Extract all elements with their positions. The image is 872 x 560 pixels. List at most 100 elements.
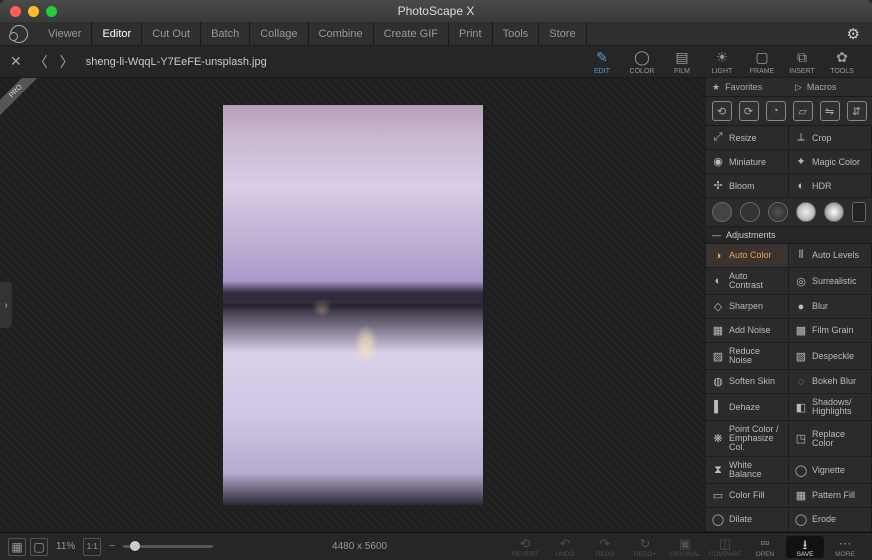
adj-label: Reduce Noise: [729, 347, 782, 365]
tooltab-tools-label: TOOLS: [830, 68, 854, 75]
swatch-1[interactable]: [712, 202, 732, 222]
tooltab-insert-label: INSERT: [789, 68, 815, 75]
tooltab-light[interactable]: ☀LIGHT: [702, 47, 742, 77]
canvas-area[interactable]: ›: [0, 78, 706, 532]
status-more[interactable]: ⋯MORE: [826, 536, 864, 558]
fit-icon[interactable]: ▢: [30, 538, 48, 556]
app-logo-icon: [10, 25, 28, 43]
swatch-5[interactable]: [824, 202, 844, 222]
adj-point-color-emphasize-col-[interactable]: ❋Point Color / Emphasize Col.: [706, 421, 789, 457]
adj-bokeh-blur[interactable]: ◌Bokeh Blur: [789, 370, 872, 394]
adj-erode[interactable]: ◯Erode: [789, 508, 872, 532]
tab-batch[interactable]: Batch: [201, 22, 250, 46]
tooltab-light-label: LIGHT: [712, 68, 733, 75]
adj-label: Auto Color: [729, 251, 772, 260]
revert-icon: ⟲: [520, 536, 531, 550]
miniature-icon: ◉: [712, 156, 724, 168]
flip-vertical-icon[interactable]: ⇵: [847, 101, 867, 121]
adj-dehaze[interactable]: ▌Dehaze: [706, 394, 789, 421]
erode-icon: ◯: [795, 514, 807, 526]
prev-file-icon[interactable]: 〈: [34, 52, 48, 72]
tooltab-tools[interactable]: ✿TOOLS: [822, 47, 862, 77]
adj-replace-color[interactable]: ◳Replace Color: [789, 421, 872, 457]
tool-crop[interactable]: ⟂Crop: [789, 126, 872, 150]
tool-magic-color[interactable]: ✦Magic Color: [789, 150, 872, 174]
tool-miniature[interactable]: ◉Miniature: [706, 150, 789, 174]
status-open[interactable]: ⮹OPEN: [746, 536, 784, 558]
adj-despeckle[interactable]: ▧Despeckle: [789, 343, 872, 370]
adj-auto-color[interactable]: ◑Auto Color: [706, 244, 789, 268]
grid-icon[interactable]: ▦: [8, 538, 26, 556]
image-preview[interactable]: [223, 105, 483, 505]
tooltab-frame[interactable]: ▢FRAME: [742, 47, 782, 77]
settings-gear-icon[interactable]: ⚙: [847, 25, 860, 43]
adj-vignette[interactable]: ◯Vignette: [789, 457, 872, 484]
adj-shadows-highlights[interactable]: ◧Shadows/ Highlights: [789, 394, 872, 421]
rotate-left-icon[interactable]: ⟲: [712, 101, 732, 121]
adj-auto-levels[interactable]: ⫴ Auto Levels: [789, 244, 872, 268]
adj-label: Pattern Fill: [812, 491, 855, 500]
zoom-out-icon[interactable]: −: [109, 541, 115, 552]
adj-label: Auto Contrast: [729, 272, 782, 290]
tooltab-film[interactable]: ▤FILM: [662, 47, 702, 77]
adj-pattern-fill[interactable]: ▦Pattern Fill: [789, 484, 872, 508]
adj-reduce-noise[interactable]: ▨Reduce Noise: [706, 343, 789, 370]
dehaze-icon: ▌: [712, 401, 724, 413]
swatch-2[interactable]: [740, 202, 760, 222]
tool-bloom[interactable]: ✢Bloom: [706, 174, 789, 198]
adj-film-grain[interactable]: ▩Film Grain: [789, 319, 872, 343]
status-redo[interactable]: ↷REDO: [586, 536, 624, 558]
rotate-right-icon[interactable]: ⟳: [739, 101, 759, 121]
bloom-icon: ✢: [712, 180, 724, 192]
macros-label: Macros: [807, 82, 837, 92]
edit-side-panel: ★Favorites ▷Macros ⟲ ⟳ ◔ ▱ ⇋ ⇵ ⤢Resize⟂C…: [706, 78, 872, 532]
tab-combine[interactable]: Combine: [309, 22, 374, 46]
tooltab-color[interactable]: ◯COLOR: [622, 47, 662, 77]
zoom-slider[interactable]: [123, 545, 213, 548]
swatch-6[interactable]: [852, 202, 866, 222]
adj-white-balance[interactable]: ⧗White Balance: [706, 457, 789, 484]
adjustments-header[interactable]: —Adjustments: [706, 227, 872, 244]
tab-print[interactable]: Print: [449, 22, 493, 46]
tooltab-edit[interactable]: ✎EDIT: [582, 47, 622, 77]
actual-size-button[interactable]: 1:1: [83, 538, 101, 556]
tab-creategif[interactable]: Create GIF: [374, 22, 449, 46]
adj-sharpen[interactable]: ◇Sharpen: [706, 295, 789, 319]
status-undo[interactable]: ↶UNDO: [546, 536, 584, 558]
straighten-icon[interactable]: ▱: [793, 101, 813, 121]
adj-dilate[interactable]: ◯Dilate: [706, 508, 789, 532]
adj-label: Auto Levels: [812, 251, 859, 260]
favorites-button[interactable]: ★Favorites: [706, 78, 789, 96]
tab-cutout[interactable]: Cut Out: [142, 22, 201, 46]
tab-tools[interactable]: Tools: [493, 22, 540, 46]
status-save[interactable]: ⭳SAVE: [786, 536, 824, 558]
status-compare[interactable]: ◫COMPARE: [706, 536, 744, 558]
tooltab-insert[interactable]: ⧉INSERT: [782, 47, 822, 77]
swatch-4[interactable]: [796, 202, 816, 222]
expand-sidebar-handle[interactable]: ›: [0, 282, 12, 328]
tab-viewer[interactable]: Viewer: [38, 22, 92, 46]
tab-store[interactable]: Store: [539, 22, 586, 46]
auto-levels-icon: ⫴: [795, 250, 807, 262]
macros-button[interactable]: ▷Macros: [789, 78, 872, 96]
adj-add-noise[interactable]: ▦Add Noise: [706, 319, 789, 343]
adj-surrealistic[interactable]: ◎Surrealistic: [789, 268, 872, 295]
tool-resize[interactable]: ⤢Resize: [706, 126, 789, 150]
pro-badge: [0, 78, 44, 122]
status-revert[interactable]: ⟲REVERT: [506, 536, 544, 558]
status-redo+[interactable]: ↻REDO+: [626, 536, 664, 558]
rotate-free-icon[interactable]: ◔: [766, 101, 786, 121]
tab-collage[interactable]: Collage: [250, 22, 308, 46]
sharpen-icon: ◇: [712, 301, 724, 313]
swatch-3[interactable]: [768, 202, 788, 222]
adj-auto-contrast[interactable]: ◐Auto Contrast: [706, 268, 789, 295]
flip-horizontal-icon[interactable]: ⇋: [820, 101, 840, 121]
tab-editor[interactable]: Editor: [92, 22, 142, 46]
adj-color-fill[interactable]: ▭Color Fill: [706, 484, 789, 508]
close-file-icon[interactable]: ✕: [10, 53, 22, 70]
status-original[interactable]: ▣ORIGINAL: [666, 536, 704, 558]
adj-blur[interactable]: ●Blur: [789, 295, 872, 319]
adj-soften-skin[interactable]: ◍Soften Skin: [706, 370, 789, 394]
tool-hdr[interactable]: ◐HDR: [789, 174, 872, 198]
next-file-icon[interactable]: 〉: [60, 52, 74, 72]
